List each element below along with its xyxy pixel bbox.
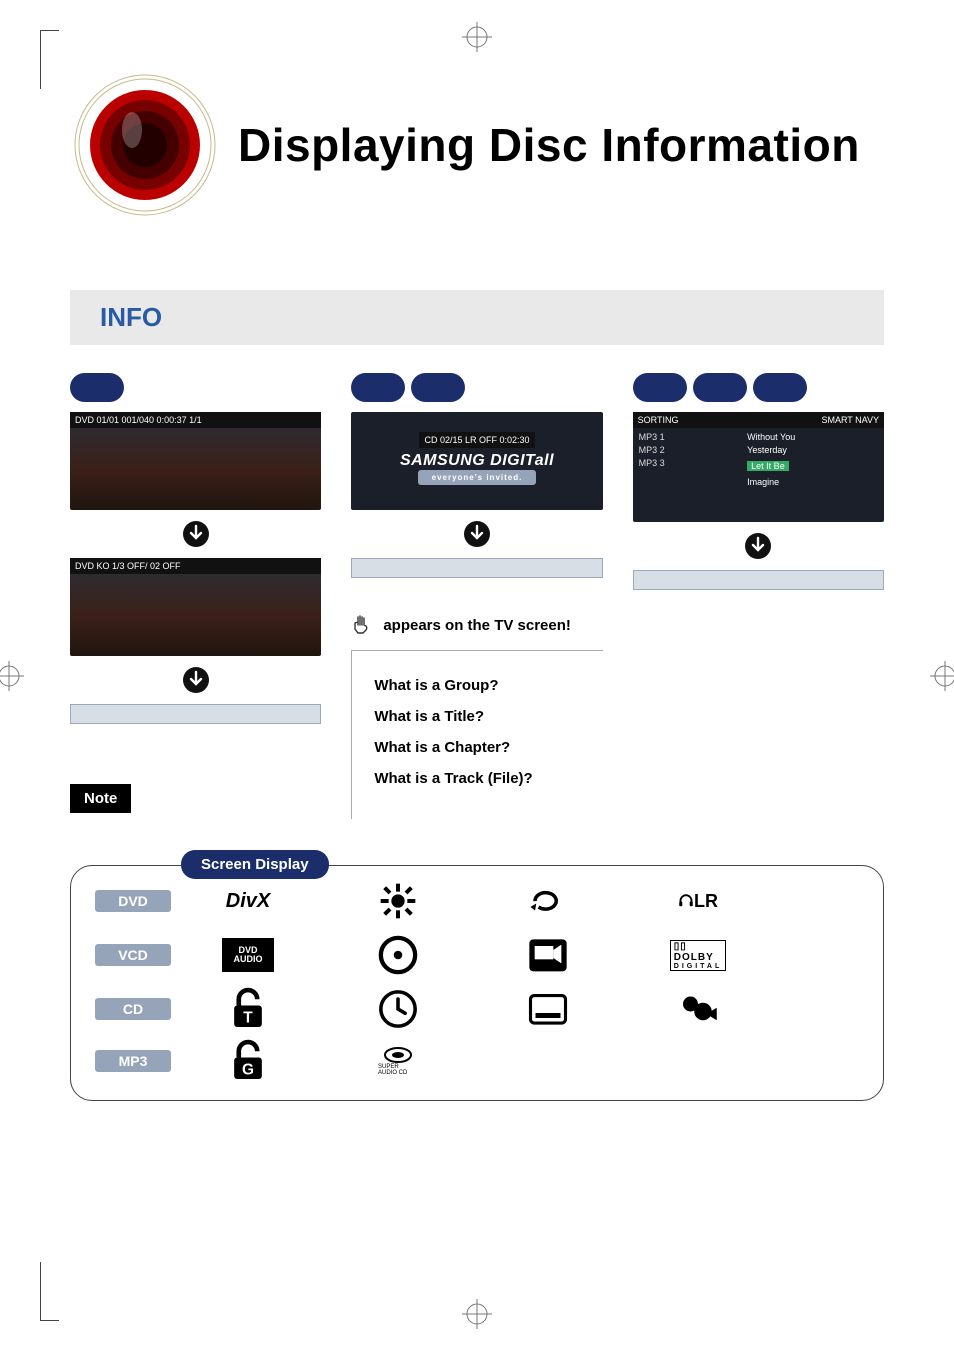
down-arrow-icon (633, 532, 884, 560)
headphone-lr-icon: LR (678, 886, 718, 916)
osd-bar: DVD 01/01 001/040 0:00:37 1/1 (70, 412, 321, 428)
track-item: Without You (747, 432, 878, 442)
disc-icon (378, 940, 418, 970)
screenshot-dvd-2: DVD KO 1/3 OFF/ 02 OFF (70, 558, 321, 656)
screen-display-panel: Screen Display DVD DivX LR VCD DVDAUDIO … (70, 865, 884, 1101)
samsung-logo: SAMSUNG DIGITall (400, 452, 554, 470)
band-label: INFO (100, 302, 162, 332)
down-arrow-icon (351, 520, 602, 548)
clock-icon (378, 994, 418, 1024)
dvd-audio-icon: DVDAUDIO (222, 938, 274, 972)
info-end-bar (70, 704, 321, 724)
sacd-icon: SUPER AUDIO CD (378, 1046, 418, 1076)
track-item: Let It Be (747, 461, 789, 471)
appears-text: appears on the TV screen! (383, 617, 571, 634)
folder-item: MP3 3 (639, 458, 740, 468)
down-arrow-icon (70, 666, 321, 694)
step-pill (351, 373, 405, 402)
lock-t-icon: T (228, 994, 268, 1024)
lr-label: LR (694, 891, 718, 912)
sorting-label: SORTING (638, 415, 679, 425)
track-item: Yesterday (747, 445, 878, 455)
svg-text:T: T (243, 1010, 253, 1027)
step-pill (70, 373, 124, 402)
section-band: INFO (70, 290, 884, 345)
down-arrow-icon (70, 520, 321, 548)
folder-item: MP3 1 (639, 432, 740, 442)
osd-bar: DVD KO 1/3 OFF/ 02 OFF (70, 558, 321, 574)
tag-dvd: DVD (95, 890, 171, 912)
step-pill (411, 373, 465, 402)
step-pill (693, 373, 747, 402)
hand-icon (351, 614, 373, 636)
note-label: Note (70, 784, 131, 813)
tag-vcd: VCD (95, 944, 171, 966)
info-end-bar (633, 570, 884, 590)
info-end-bar (351, 558, 602, 578)
samsung-tagline: everyone's invited. (418, 470, 537, 485)
qa-box: What is a Group? What is a Title? What i… (351, 650, 602, 819)
subtitle-icon (528, 994, 568, 1024)
lock-g-icon: G (228, 1046, 268, 1076)
angle-icon (678, 994, 718, 1024)
speaker-graphic (70, 70, 220, 220)
page-title: Displaying Disc Information (238, 118, 860, 172)
folder-item: MP3 2 (639, 445, 740, 455)
repeat-icon (528, 886, 568, 916)
tag-mp3: MP3 (95, 1050, 171, 1072)
osd-bar: CD 02/15 LR OFF 0:02:30 (419, 432, 534, 448)
star-burst-icon (378, 886, 418, 916)
tag-cd: CD (95, 998, 171, 1020)
qa-track: What is a Track (File)? (374, 770, 580, 787)
qa-chapter: What is a Chapter? (374, 739, 580, 756)
track-item: Imagine (747, 477, 878, 487)
divx-icon: DivX (228, 886, 268, 916)
step-pill (753, 373, 807, 402)
dolby-icon: ▯▯ DOLBYDIGITAL (678, 940, 718, 970)
sacd-label: SUPER AUDIO CD (378, 1064, 418, 1076)
svg-text:G: G (242, 1062, 254, 1079)
screenshot-cd: CD 02/15 LR OFF 0:02:30 SAMSUNG DIGITall… (351, 412, 602, 510)
qa-title: What is a Title? (374, 708, 580, 725)
camera-film-icon (528, 940, 568, 970)
smart-navy-label: SMART NAVY (821, 415, 879, 425)
screenshot-dvd-1: DVD 01/01 001/040 0:00:37 1/1 (70, 412, 321, 510)
screenshot-mp3: SORTING MP3 1 MP3 2 MP3 3 SMART NAVY Wit… (633, 412, 884, 522)
screen-display-tab: Screen Display (181, 850, 329, 879)
qa-group: What is a Group? (374, 677, 580, 694)
step-pill (633, 373, 687, 402)
